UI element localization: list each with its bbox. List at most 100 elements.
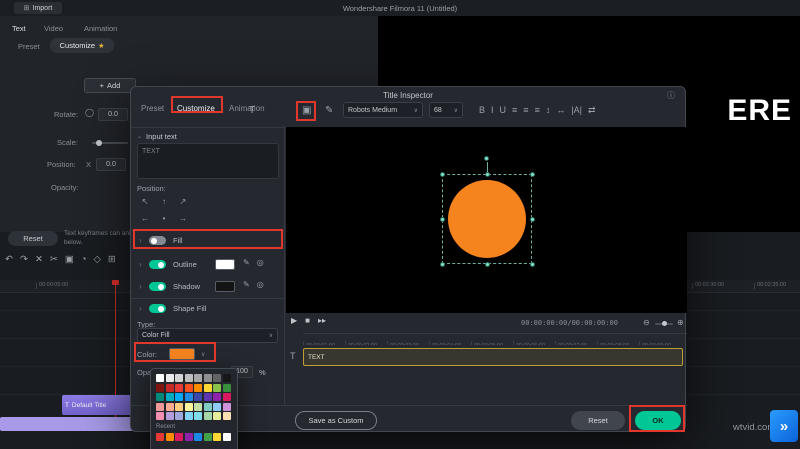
- redo-icon[interactable]: ↷: [20, 255, 28, 265]
- default-title-clip[interactable]: T Default Title: [62, 395, 137, 415]
- font-family-select[interactable]: Robots Medium ∨: [343, 102, 423, 118]
- palette-color-swatch[interactable]: [222, 383, 231, 392]
- recent-color-swatch[interactable]: [184, 433, 193, 441]
- dialog-reset-button[interactable]: Reset: [571, 411, 625, 430]
- palette-color-swatch[interactable]: [222, 402, 231, 411]
- fill-type-select[interactable]: Color Fill ∨: [137, 328, 278, 343]
- italic-icon[interactable]: I: [491, 106, 494, 115]
- add-animation-button[interactable]: + Add: [84, 78, 136, 93]
- text-box-icon[interactable]: ▣: [302, 106, 311, 116]
- align-right-icon[interactable]: ≡: [535, 106, 540, 115]
- palette-color-swatch[interactable]: [222, 374, 231, 382]
- bold-icon[interactable]: B: [479, 106, 485, 115]
- zoom-slider[interactable]: [655, 321, 673, 326]
- preset-subtab[interactable]: Preset: [18, 42, 40, 51]
- info-icon[interactable]: ⓘ: [667, 90, 675, 101]
- palette-color-swatch[interactable]: [184, 393, 193, 401]
- align-top-right-icon[interactable]: ↗: [175, 195, 191, 209]
- undo-icon[interactable]: ↶: [5, 255, 13, 265]
- crop-icon[interactable]: ▣: [65, 255, 74, 265]
- palette-color-swatch[interactable]: [175, 393, 183, 401]
- palette-color-swatch[interactable]: [175, 412, 183, 420]
- selection-handle[interactable]: [440, 172, 445, 177]
- palette-color-swatch[interactable]: [194, 402, 202, 411]
- palette-color-swatch[interactable]: [165, 412, 174, 420]
- align-middle-center-icon[interactable]: •: [156, 212, 172, 226]
- palette-color-swatch[interactable]: [203, 412, 212, 420]
- palette-color-swatch[interactable]: [184, 402, 193, 411]
- palette-color-swatch[interactable]: [194, 383, 202, 392]
- snap-icon[interactable]: ⊞: [108, 255, 116, 265]
- palette-color-swatch[interactable]: [213, 374, 221, 382]
- selection-handle[interactable]: [485, 172, 490, 177]
- chevron-down-icon[interactable]: ∨: [201, 351, 205, 358]
- speed-icon[interactable]: ◔: [81, 255, 87, 265]
- text-clip[interactable]: TEXT: [303, 348, 683, 366]
- dialog-tab-preset[interactable]: Preset: [141, 104, 164, 113]
- text-style-icon[interactable]: ✎: [325, 106, 333, 116]
- shadow-color-swatch[interactable]: [215, 281, 235, 292]
- palette-color-swatch[interactable]: [184, 374, 193, 382]
- split-icon[interactable]: ✂: [50, 255, 58, 265]
- palette-color-swatch[interactable]: [194, 412, 202, 420]
- position-x-value[interactable]: 0.0: [96, 158, 126, 171]
- outline-toggle[interactable]: [149, 260, 166, 269]
- next-frame-icon[interactable]: ▸▸: [318, 317, 326, 325]
- trash-icon[interactable]: ✕: [35, 255, 43, 265]
- palette-color-swatch[interactable]: [222, 393, 231, 401]
- align-center-icon[interactable]: ≡: [523, 106, 528, 115]
- ok-button[interactable]: OK: [635, 411, 681, 430]
- title-track-bar[interactable]: [0, 417, 140, 431]
- text-cursor-icon[interactable]: T: [249, 106, 255, 116]
- align-left-icon[interactable]: ≡: [512, 106, 517, 115]
- palette-color-swatch[interactable]: [213, 393, 221, 401]
- palette-color-swatch[interactable]: [156, 383, 164, 392]
- palette-color-swatch[interactable]: [213, 383, 221, 392]
- color-picker-icon[interactable]: ◎: [257, 281, 264, 289]
- expand-icon[interactable]: ›: [139, 237, 142, 245]
- eyedropper-icon[interactable]: ✎: [243, 259, 250, 267]
- align-top-left-icon[interactable]: ↖: [137, 195, 153, 209]
- reset-keyframe-button[interactable]: Reset: [8, 231, 58, 246]
- palette-color-swatch[interactable]: [175, 402, 183, 411]
- palette-color-swatch[interactable]: [213, 402, 221, 411]
- recent-color-swatch[interactable]: [213, 433, 221, 441]
- palette-color-swatch[interactable]: [203, 393, 212, 401]
- align-middle-left-icon[interactable]: ←: [137, 212, 153, 226]
- recent-color-swatch[interactable]: [194, 433, 202, 441]
- play-icon[interactable]: ▶: [291, 317, 297, 325]
- align-middle-right-icon[interactable]: →: [175, 212, 191, 226]
- color-picker-icon[interactable]: ◎: [257, 259, 264, 267]
- tab-text[interactable]: Text: [12, 24, 26, 33]
- align-top-center-icon[interactable]: ↑: [156, 195, 172, 209]
- palette-color-swatch[interactable]: [165, 393, 174, 401]
- rotation-handle[interactable]: [484, 156, 489, 161]
- marker-icon[interactable]: ◇: [94, 255, 101, 265]
- palette-color-swatch[interactable]: [213, 412, 221, 420]
- eyedropper-icon[interactable]: ✎: [243, 281, 250, 289]
- save-as-custom-button[interactable]: Save as Custom: [295, 411, 377, 430]
- selection-handle[interactable]: [530, 217, 535, 222]
- import-button[interactable]: ⊞ Import: [14, 2, 62, 14]
- palette-color-swatch[interactable]: [165, 374, 174, 382]
- palette-color-swatch[interactable]: [165, 402, 174, 411]
- recent-color-swatch[interactable]: [222, 433, 231, 441]
- stop-icon[interactable]: ■: [305, 317, 310, 325]
- shadow-toggle[interactable]: [149, 282, 166, 291]
- zoom-in-icon[interactable]: ⊕: [677, 319, 684, 327]
- font-size-select[interactable]: 68 ∨: [429, 102, 463, 118]
- zoom-out-icon[interactable]: ⊖: [643, 319, 650, 327]
- shape-fill-toggle[interactable]: [149, 304, 166, 313]
- palette-color-swatch[interactable]: [156, 402, 164, 411]
- letter-spacing-icon[interactable]: ↔: [556, 106, 565, 115]
- dialog-tab-customize[interactable]: Customize: [177, 104, 215, 113]
- selection-handle[interactable]: [530, 172, 535, 177]
- expand-icon[interactable]: ›: [139, 305, 142, 313]
- palette-color-swatch[interactable]: [175, 374, 183, 382]
- palette-color-swatch[interactable]: [156, 393, 164, 401]
- recent-color-swatch[interactable]: [156, 433, 164, 441]
- text-direction-icon[interactable]: ⇄: [588, 106, 596, 115]
- line-spacing-icon[interactable]: ↕: [546, 106, 551, 115]
- palette-color-swatch[interactable]: [165, 383, 174, 392]
- palette-color-swatch[interactable]: [184, 412, 193, 420]
